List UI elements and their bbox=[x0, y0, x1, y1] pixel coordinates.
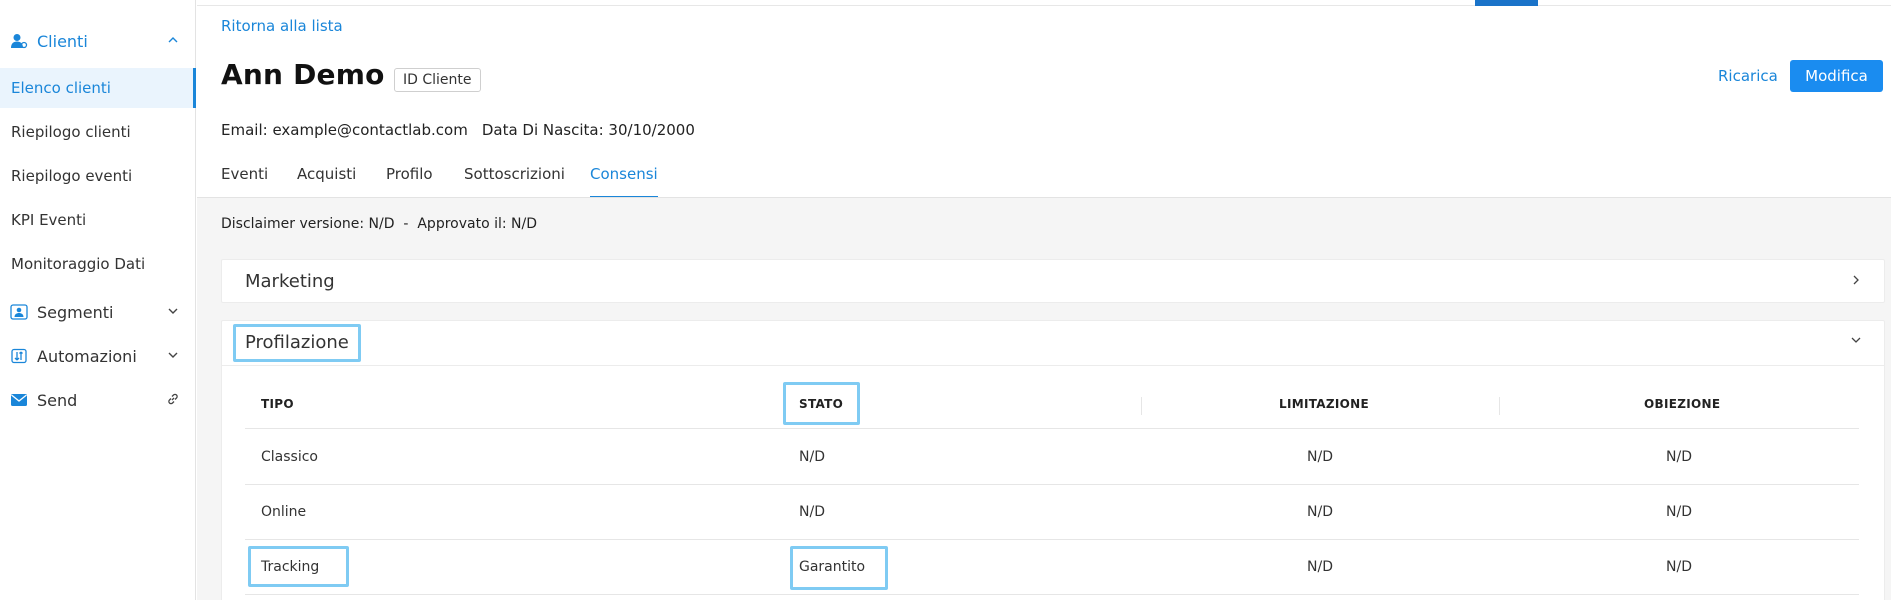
profilazione-panel: Profilazione bbox=[221, 320, 1885, 600]
sidebar-item-label: Riepilogo eventi bbox=[11, 167, 133, 185]
customer-name: Ann Demo bbox=[221, 58, 385, 91]
disclaimer-info: Disclaimer versione: N/D - Approvato il:… bbox=[221, 216, 538, 232]
segment-icon bbox=[10, 304, 28, 320]
column-header-tipo: TIPO bbox=[261, 397, 294, 411]
customer-email: Email: example@contactlab.com bbox=[221, 121, 468, 139]
back-to-list-link[interactable]: Ritorna alla lista bbox=[221, 17, 343, 35]
link-icon[interactable] bbox=[166, 392, 180, 406]
cell-limitazione: N/D bbox=[1307, 504, 1333, 520]
highlight-box-garantito bbox=[790, 546, 888, 590]
highlight-box-stato bbox=[783, 382, 860, 425]
customer-id-button[interactable]: ID Cliente bbox=[394, 68, 481, 92]
sidebar-item-label: Riepilogo clienti bbox=[11, 123, 131, 141]
automation-icon bbox=[11, 348, 27, 364]
sidebar-group-segmenti[interactable]: Segmenti bbox=[0, 297, 196, 327]
sidebar-item-label: KPI Eventi bbox=[11, 211, 87, 229]
sidebar-group-send[interactable]: Send bbox=[0, 385, 196, 415]
tab-consensi[interactable]: Consensi bbox=[590, 165, 658, 198]
person-icon bbox=[11, 34, 28, 49]
sidebar-group-label: Clienti bbox=[37, 31, 88, 51]
highlight-box-profilazione bbox=[233, 324, 361, 362]
sidebar-group-label: Automazioni bbox=[37, 346, 137, 366]
tab-sottoscrizioni[interactable]: Sottoscrizioni bbox=[464, 165, 565, 198]
sidebar: Clienti Elenco clienti Riepilogo clienti… bbox=[0, 0, 196, 600]
row-divider bbox=[245, 539, 1859, 540]
cell-limitazione: N/D bbox=[1307, 559, 1333, 575]
column-divider bbox=[1499, 397, 1500, 415]
customer-info: Email: example@contactlab.com Data Di Nas… bbox=[221, 121, 695, 139]
highlight-box-tracking bbox=[248, 546, 349, 587]
row-divider bbox=[245, 594, 1859, 595]
panel-title-marketing: Marketing bbox=[245, 271, 335, 292]
chevron-right-icon bbox=[1853, 275, 1859, 285]
cell-stato: N/D bbox=[799, 449, 825, 465]
row-divider bbox=[245, 484, 1859, 485]
chevron-up-icon bbox=[168, 37, 178, 43]
sidebar-item-elenco-clienti[interactable]: Elenco clienti bbox=[0, 68, 196, 108]
top-bar bbox=[197, 0, 1891, 6]
mail-icon bbox=[11, 394, 27, 406]
sidebar-item-riepilogo-eventi[interactable]: Riepilogo eventi bbox=[0, 156, 196, 196]
column-divider bbox=[1141, 397, 1142, 415]
sidebar-group-label: Segmenti bbox=[37, 302, 114, 322]
cell-limitazione: N/D bbox=[1307, 449, 1333, 465]
column-header-limitazione: LIMITAZIONE bbox=[1279, 397, 1369, 411]
sidebar-group-label: Send bbox=[37, 390, 78, 410]
sidebar-item-riepilogo-clienti[interactable]: Riepilogo clienti bbox=[0, 112, 196, 152]
sidebar-item-label: Monitoraggio Dati bbox=[11, 255, 146, 273]
sidebar-item-monitoraggio-dati[interactable]: Monitoraggio Dati bbox=[0, 244, 196, 284]
cell-obiezione: N/D bbox=[1666, 449, 1692, 465]
chevron-down-icon bbox=[168, 352, 178, 358]
customer-birth-date: Data Di Nascita: 30/10/2000 bbox=[481, 121, 695, 139]
cell-tipo: Online bbox=[261, 504, 307, 520]
tab-eventi[interactable]: Eventi bbox=[221, 165, 268, 198]
sidebar-item-kpi-eventi[interactable]: KPI Eventi bbox=[0, 200, 196, 240]
chevron-down-icon bbox=[1851, 337, 1861, 343]
edit-button[interactable]: Modifica bbox=[1790, 60, 1883, 92]
reload-button[interactable]: Ricarica bbox=[1718, 67, 1778, 85]
cell-obiezione: N/D bbox=[1666, 559, 1692, 575]
cell-stato: N/D bbox=[799, 504, 825, 520]
sidebar-item-label: Elenco clienti bbox=[11, 79, 111, 97]
sidebar-group-clienti[interactable]: Clienti bbox=[0, 26, 196, 56]
tab-acquisti[interactable]: Acquisti bbox=[297, 165, 356, 198]
column-header-obiezione: OBIEZIONE bbox=[1644, 397, 1721, 411]
profilazione-panel-header[interactable]: Profilazione bbox=[222, 321, 1884, 366]
tab-profilo[interactable]: Profilo bbox=[386, 165, 433, 198]
marketing-panel-header[interactable]: Marketing bbox=[221, 259, 1885, 303]
cell-tipo: Classico bbox=[261, 449, 318, 465]
sidebar-group-automazioni[interactable]: Automazioni bbox=[0, 341, 196, 371]
top-bar-active-indicator bbox=[1475, 0, 1538, 6]
header-divider bbox=[245, 428, 1859, 429]
cell-obiezione: N/D bbox=[1666, 504, 1692, 520]
chevron-down-icon bbox=[168, 308, 178, 314]
